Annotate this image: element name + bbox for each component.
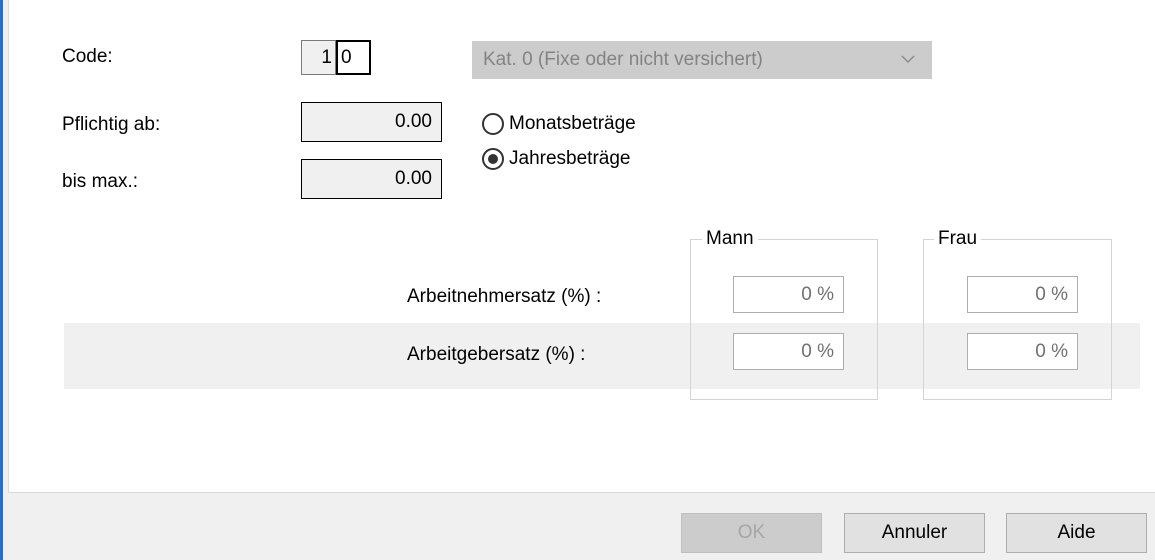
group-frau [923,239,1112,400]
pflichtig-input[interactable]: 0.00 [301,102,442,142]
cancel-button[interactable]: Annuler [844,513,985,553]
bismax-input[interactable]: 0.00 [301,159,442,199]
employer-rate-frau-input[interactable]: 0 % [967,333,1078,370]
ok-button[interactable]: OK [681,513,822,553]
radio-yearly-circle[interactable] [482,148,504,170]
bismax-label: bis max.: [62,171,139,192]
radio-monthly-circle[interactable] [482,113,504,135]
employer-rate-label: Arbeitgebersatz (%) : [407,344,586,365]
category-select[interactable]: Kat. 0 (Fixe oder nicht versichert) [472,41,932,79]
category-select-value: Kat. 0 (Fixe oder nicht versichert) [483,49,763,70]
code-label: Code: [62,46,113,67]
group-frau-title: Frau [934,228,982,250]
radio-yearly-label: Jahresbeträge [509,148,631,169]
employee-rate-mann-input[interactable]: 0 % [733,276,844,313]
window-left-edge [0,0,3,560]
help-button[interactable]: Aide [1006,513,1147,553]
chevron-down-icon [901,55,915,63]
radio-monthly[interactable]: Monatsbeträge [482,113,636,135]
group-mann [690,239,878,400]
group-mann-title: Mann [702,228,758,250]
employer-rate-mann-input[interactable]: 0 % [733,333,844,370]
employee-rate-label: Arbeitnehmersatz (%) : [407,286,602,307]
radio-monthly-label: Monatsbeträge [509,113,636,134]
radio-yearly[interactable]: Jahresbeträge [482,148,630,170]
employee-rate-frau-input[interactable]: 0 % [967,276,1078,313]
code-prefix-field: 1 [301,40,336,75]
code-input[interactable]: 0 [336,40,371,75]
pflichtig-label: Pflichtig ab: [62,114,161,135]
